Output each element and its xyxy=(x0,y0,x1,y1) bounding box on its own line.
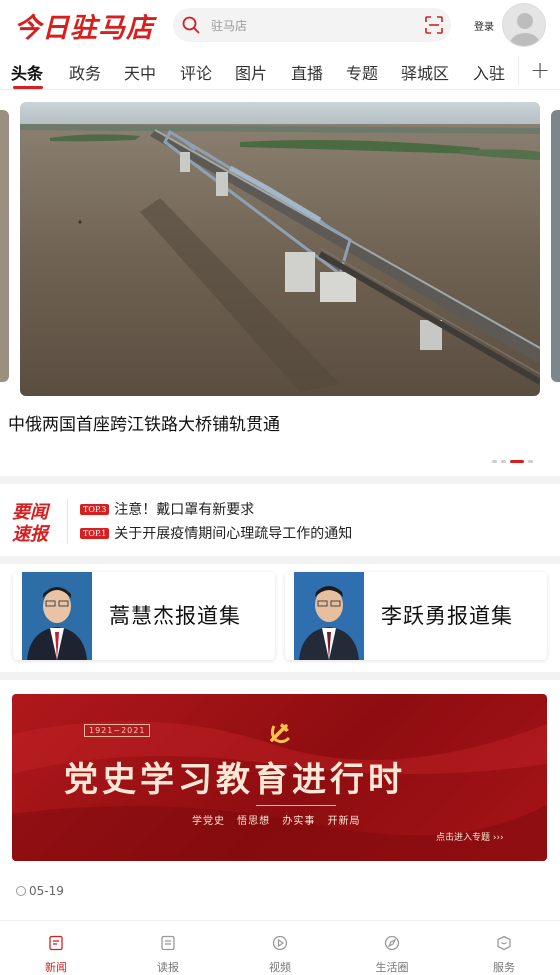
publish-date-text: 05-19 xyxy=(29,884,64,898)
carousel-dot-active[interactable] xyxy=(510,460,524,463)
search-placeholder: 驻马店 xyxy=(211,19,248,33)
news-flash-title-line: 速报 xyxy=(12,524,48,545)
avatar[interactable] xyxy=(502,3,546,47)
news-flash: 要闻 速报 TOP.3 注意！戴口罩有新要求 TOP.1 关于开展疫情期间心理疏导工… xyxy=(0,484,560,556)
portrait-photo xyxy=(294,572,364,660)
carousel-slide-image[interactable] xyxy=(20,102,540,396)
tab-join[interactable]: 入驻 xyxy=(473,60,505,84)
add-channel-icon[interactable]: + xyxy=(530,56,550,84)
active-tab-indicator xyxy=(13,86,43,89)
tab-photos[interactable]: 图片 xyxy=(235,60,267,84)
banner-years: 1921~2021 xyxy=(84,724,151,737)
search-icon xyxy=(182,16,200,34)
nav-label: 服务 xyxy=(493,961,515,974)
tab-live[interactable]: 直播 xyxy=(291,60,323,84)
search-bar[interactable]: 驻马店 xyxy=(173,8,451,42)
next-slide-peek[interactable] xyxy=(551,110,560,382)
news-flash-text: 注意！戴口罩有新要求 xyxy=(114,502,255,518)
news-flash-divider xyxy=(67,498,68,544)
headline-carousel[interactable]: 中俄两国首座跨江铁路大桥铺轨贯通 xyxy=(0,90,560,476)
play-icon xyxy=(272,935,288,951)
news-flash-text: 关于开展疫情期间心理疏导工作的通知 xyxy=(114,526,353,542)
news-flash-item[interactable]: TOP.1 关于开展疫情期间心理疏导工作的通知 xyxy=(80,523,352,543)
publish-date: 05-19 xyxy=(16,884,64,898)
rank-badge: TOP.1 xyxy=(80,528,110,539)
nav-label: 生活圈 xyxy=(375,961,409,974)
party-emblem-icon xyxy=(270,723,291,744)
app-header: 今日驻马店 驻马店 登录 xyxy=(0,0,560,50)
carousel-dot[interactable] xyxy=(492,460,497,463)
news-flash-title: 要闻 速报 xyxy=(12,502,48,546)
banner-rule xyxy=(256,805,336,806)
nav-life[interactable]: 生活圈 xyxy=(336,921,448,975)
nav-service[interactable]: 服务 xyxy=(448,921,560,975)
news-flash-item[interactable]: TOP.3 注意！戴口罩有新要求 xyxy=(80,499,254,519)
carousel-dot[interactable] xyxy=(528,460,533,463)
news-icon xyxy=(49,935,63,951)
portrait-photo xyxy=(22,572,92,660)
tab-tianzhong[interactable]: 天中 xyxy=(124,60,156,84)
section-divider xyxy=(0,476,560,484)
feature-banner-section: 1921~2021 党史学习教育进行时 学党史 悟思想 办实事 开新局 点击进入… xyxy=(0,680,560,918)
tab-headlines[interactable]: 头条 xyxy=(11,60,43,84)
bottom-navigation: 新闻 读报 视频 生活圈 服务 xyxy=(0,920,560,975)
tab-yicheng[interactable]: 驿城区 xyxy=(401,60,449,84)
carousel-dot[interactable] xyxy=(501,460,506,463)
nav-label: 读报 xyxy=(157,961,179,974)
prev-slide-peek[interactable] xyxy=(0,110,9,382)
tab-government[interactable]: 政务 xyxy=(69,60,101,84)
app-logo[interactable]: 今日驻马店 xyxy=(14,6,154,45)
section-divider xyxy=(0,672,560,680)
nav-newspaper[interactable]: 读报 xyxy=(112,921,224,975)
login-link[interactable]: 登录 xyxy=(474,18,494,33)
user-icon xyxy=(510,13,540,46)
tab-commentary[interactable]: 评论 xyxy=(180,60,212,84)
service-icon xyxy=(497,935,511,951)
clock-icon xyxy=(16,886,26,896)
carousel-headline[interactable]: 中俄两国首座跨江铁路大桥铺轨贯通 xyxy=(8,410,280,435)
party-history-banner[interactable]: 1921~2021 党史学习教育进行时 学党史 悟思想 办实事 开新局 点击进入… xyxy=(12,694,547,861)
bridge-photo xyxy=(20,102,540,396)
report-collections: 蒿慧杰报道集 李跃勇报道集 xyxy=(0,564,560,672)
section-divider xyxy=(0,556,560,564)
banner-title: 党史学习教育进行时 xyxy=(64,760,406,800)
report-card-title: 李跃勇报道集 xyxy=(381,604,513,628)
nav-video[interactable]: 视频 xyxy=(224,921,336,975)
report-card[interactable]: 蒿慧杰报道集 xyxy=(13,572,275,660)
channel-tabs: 头条 政务 天中 评论 图片 直播 专题 驿城区 入驻 + xyxy=(0,54,560,90)
nav-news[interactable]: 新闻 xyxy=(0,921,112,975)
scan-icon[interactable] xyxy=(424,15,444,35)
tab-divider xyxy=(518,56,519,86)
nav-label: 视频 xyxy=(269,961,291,974)
newspaper-icon xyxy=(161,935,175,951)
banner-subtitle: 学党史 悟思想 办实事 开新局 xyxy=(192,816,361,827)
report-card-title: 蒿慧杰报道集 xyxy=(109,604,241,628)
rank-badge: TOP.3 xyxy=(80,504,110,515)
enter-topic-link[interactable]: 点击进入专题 ››› xyxy=(436,830,504,843)
nav-label: 新闻 xyxy=(45,961,67,974)
carousel-dots xyxy=(492,451,537,463)
news-flash-title-line: 要闻 xyxy=(12,502,48,523)
tab-topics[interactable]: 专题 xyxy=(346,60,378,84)
report-card[interactable]: 李跃勇报道集 xyxy=(285,572,547,660)
compass-icon xyxy=(384,935,400,951)
